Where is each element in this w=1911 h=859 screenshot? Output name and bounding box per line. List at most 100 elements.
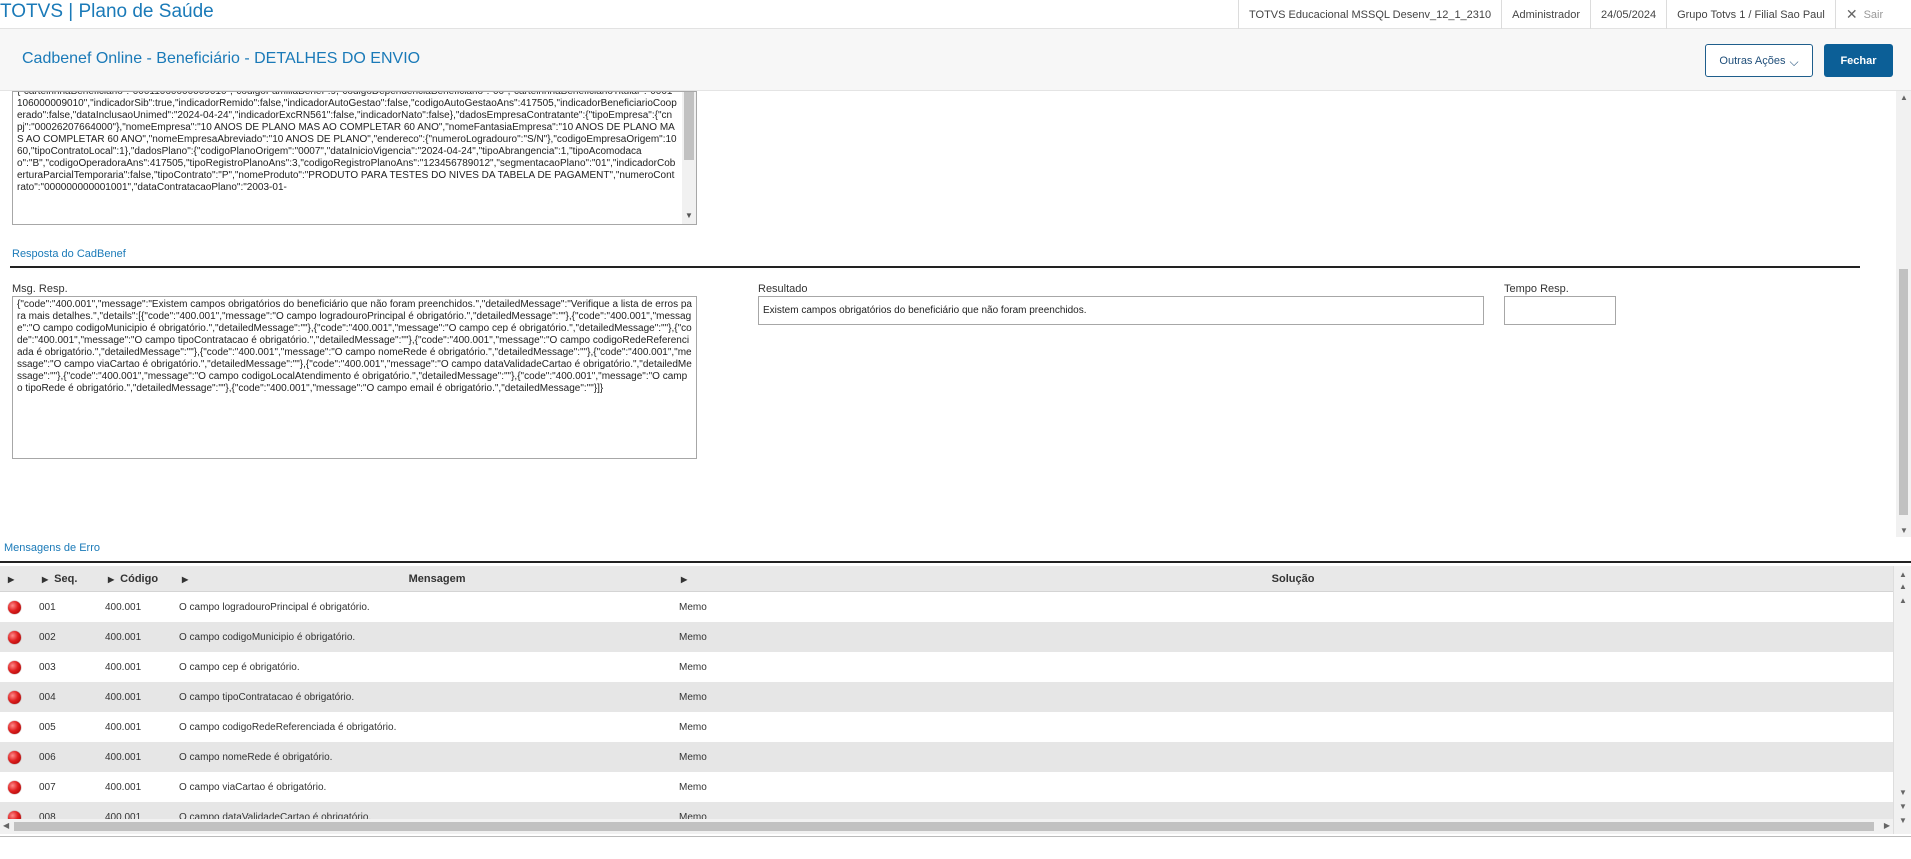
scroll-down-arrow-icon[interactable]: ▼	[1899, 802, 1907, 811]
cell-code: 400.001	[105, 751, 142, 763]
error-status-icon	[8, 600, 21, 614]
response-time-field[interactable]	[1504, 296, 1616, 325]
status-indicator	[8, 712, 21, 742]
grid-divider	[0, 561, 1911, 563]
result-label: Resultado	[758, 283, 808, 295]
other-actions-label: Outras Ações	[1719, 54, 1786, 67]
cell-seq: 007	[39, 781, 56, 793]
response-time-label: Tempo Resp.	[1504, 283, 1569, 295]
scroll-up-arrow-icon[interactable]: ▲	[1899, 596, 1907, 605]
cell-seq: 003	[39, 661, 56, 673]
scrollbar-thumb[interactable]	[14, 822, 1874, 831]
top-bar: TOTVS | Plano de Saúde TOTVS Educacional…	[0, 0, 1911, 29]
cell-seq: 004	[39, 691, 56, 703]
error-status-icon	[8, 630, 21, 644]
errors-grid-header: ▶ ▶ Seq. ▶ Código ▶ Mensagem ▶ Solução	[0, 566, 1893, 592]
cell-solution[interactable]: Memo	[679, 592, 707, 622]
cell-seq: 006	[39, 751, 56, 763]
branch-label: Grupo Totvs 1 / Filial Sao Paul	[1677, 8, 1825, 21]
scroll-up-arrow-icon[interactable]: ▲	[1899, 570, 1907, 579]
caret-right-icon: ▶	[8, 574, 15, 584]
divider	[0, 836, 1911, 837]
table-row[interactable]: 005 400.001 O campo codigoRedeReferenciada…	[0, 712, 1893, 742]
cell-seq: 001	[39, 601, 56, 613]
caret-right-icon: ▶	[108, 574, 115, 584]
cell-code: 400.001	[105, 601, 142, 613]
cell-solution[interactable]: Memo	[679, 622, 707, 652]
date-label: 24/05/2024	[1601, 8, 1657, 21]
cell-solution[interactable]: Memo	[679, 742, 707, 772]
environment-label: TOTVS Educacional MSSQL Desenv_12_1_2310	[1249, 8, 1492, 21]
cell-message: O campo nomeRede é obrigatório.	[179, 751, 333, 763]
table-row[interactable]: 007 400.001 O campo viaCartao é obrigatóri…	[0, 772, 1893, 802]
error-status-icon	[8, 720, 21, 734]
status-indicator	[8, 772, 21, 802]
cell-message: O campo dataValidadeCartao é obrigatório…	[179, 811, 372, 820]
column-header-seq[interactable]: ▶ Seq.	[42, 566, 77, 592]
table-row[interactable]: 003 400.001 O campo cep é obrigatório. Memo	[0, 652, 1893, 682]
cell-seq: 005	[39, 721, 56, 733]
status-indicator	[8, 802, 21, 819]
cell-message: O campo logradouroPrincipal é obrigatóri…	[179, 601, 370, 613]
table-row[interactable]: 006 400.001 O campo nomeRede é obrigatório…	[0, 742, 1893, 772]
table-row[interactable]: 001 400.001 O campo logradouroPrincipal é …	[0, 592, 1893, 622]
session-info: TOTVS Educacional MSSQL Desenv_12_1_2310…	[1238, 0, 1893, 29]
caret-right-icon: ▶	[681, 574, 688, 584]
table-row[interactable]: 002 400.001 O campo codigoMunicipio é obri…	[0, 622, 1893, 652]
response-message-textarea[interactable]: {"code":"400.001","message":"Existem cam…	[12, 296, 697, 459]
cell-solution[interactable]: Memo	[679, 712, 707, 742]
cell-code: 400.001	[105, 631, 142, 643]
user-label: Administrador	[1512, 8, 1581, 21]
errors-section-label: Mensagens de Erro	[4, 542, 100, 554]
column-header-seq-label: Seq.	[54, 573, 78, 585]
status-indicator	[8, 622, 21, 652]
request-json-text: {"carteirinhaBeneficiario":"000110600000…	[17, 91, 677, 193]
scroll-up-arrow-icon[interactable]: ▲	[1900, 93, 1908, 102]
column-header-solution[interactable]: ▶ Solução	[681, 566, 1893, 592]
scroll-up-arrow-icon[interactable]: ▲	[1899, 582, 1907, 591]
scroll-right-arrow-icon[interactable]: ▶	[1884, 821, 1890, 830]
app-title: TOTVS | Plano de Saúde	[0, 1, 214, 22]
column-header-code[interactable]: ▶ Código	[108, 566, 158, 592]
scroll-down-arrow-icon[interactable]: ▼	[1899, 788, 1907, 797]
scroll-down-arrow-icon[interactable]: ▼	[685, 210, 693, 222]
column-header-message[interactable]: ▶ Mensagem	[182, 566, 680, 592]
chevron-down-icon: ⌵	[1789, 55, 1799, 69]
errors-grid-body: 001 400.001 O campo logradouroPrincipal é …	[0, 592, 1893, 819]
cell-message: O campo tipoContratacao é obrigatório.	[179, 691, 355, 703]
caret-right-icon: ▶	[42, 574, 49, 584]
scroll-down-arrow-icon[interactable]: ▼	[1900, 526, 1908, 535]
cell-solution[interactable]: Memo	[679, 682, 707, 712]
column-expand-header[interactable]: ▶	[8, 566, 20, 592]
column-header-message-label: Mensagem	[408, 573, 466, 585]
table-row[interactable]: 004 400.001 O campo tipoContratacao é obri…	[0, 682, 1893, 712]
exit-label: Sair	[1863, 8, 1884, 21]
cell-solution[interactable]: Memo	[679, 652, 707, 682]
result-field[interactable]: Existem campos obrigatórios do beneficiá…	[758, 296, 1484, 325]
table-row[interactable]: 008 400.001 O campo dataValidadeCartao é o…	[0, 802, 1893, 819]
exit-button[interactable]: ✕ Sair	[1836, 6, 1893, 23]
scrollbar-thumb[interactable]	[1899, 269, 1908, 515]
textarea-scrollbar[interactable]: ▼	[682, 92, 696, 224]
cell-solution[interactable]: Memo	[679, 772, 707, 802]
page-scrollbar[interactable]: ▲ ▼	[1896, 91, 1911, 537]
cell-seq: 002	[39, 631, 56, 643]
request-json-textarea[interactable]: {"carteirinhaBeneficiario":"000110600000…	[12, 91, 697, 225]
cell-code: 400.001	[105, 691, 142, 703]
other-actions-button[interactable]: Outras Ações ⌵	[1705, 44, 1813, 77]
status-indicator	[8, 742, 21, 772]
column-header-code-label: Código	[120, 573, 159, 585]
cell-message: O campo codigoRedeReferenciada é obrigat…	[179, 721, 397, 733]
scroll-down-arrow-icon[interactable]: ▼	[1899, 816, 1907, 825]
scrollbar-thumb[interactable]	[684, 92, 694, 160]
cell-solution[interactable]: Memo	[679, 802, 707, 820]
cell-code: 400.001	[105, 811, 142, 820]
grid-vertical-scrollbar[interactable]: ▲ ▲ ▲ ▼ ▼ ▼	[1893, 566, 1911, 834]
cell-code: 400.001	[105, 781, 142, 793]
grid-horizontal-scrollbar[interactable]: ◀ ▶	[0, 819, 1893, 834]
cell-message: O campo codigoMunicipio é obrigatório.	[179, 631, 356, 643]
page-title: Cadbenef Online - Beneficiário - DETALHE…	[22, 50, 421, 67]
close-button[interactable]: Fechar	[1824, 44, 1893, 77]
error-status-icon	[8, 660, 21, 674]
scroll-left-arrow-icon[interactable]: ◀	[3, 821, 9, 830]
